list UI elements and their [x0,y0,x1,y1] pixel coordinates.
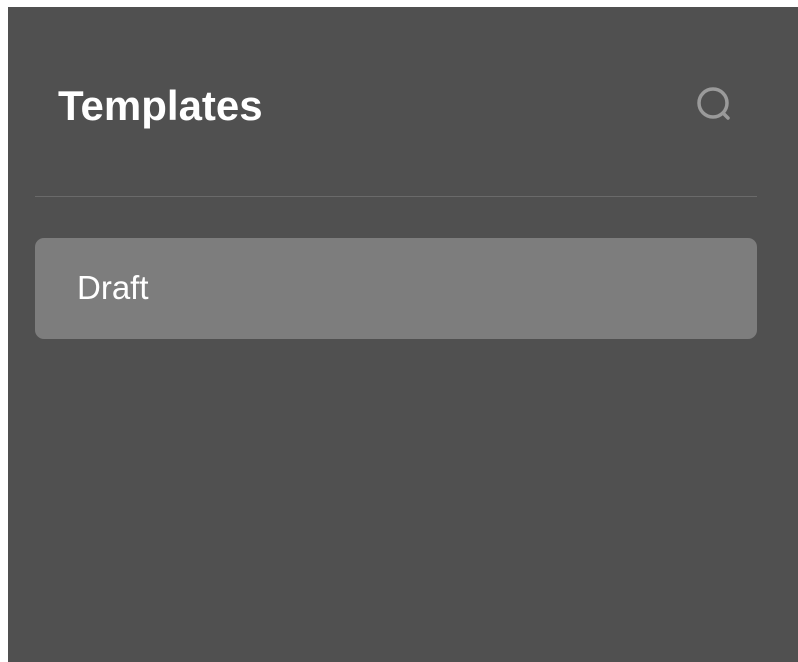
list-item-draft[interactable]: Draft [35,238,757,339]
list-item-label: Draft [77,269,149,306]
templates-panel: Templates Draft [8,7,798,662]
search-icon [697,87,730,120]
templates-list: Draft [35,238,757,339]
search-button[interactable] [692,83,736,127]
header-divider [35,196,757,197]
page-title: Templates [58,82,263,129]
panel-header: Templates [8,7,798,197]
